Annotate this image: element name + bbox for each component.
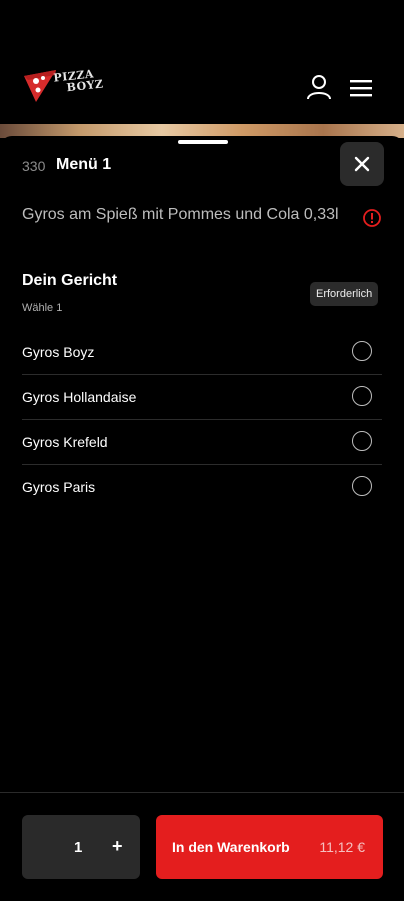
user-icon — [307, 75, 331, 100]
close-icon — [354, 156, 370, 172]
required-badge: Erforderlich — [310, 282, 379, 306]
option-gyros-hollandaise[interactable]: Gyros Hollandaise — [22, 375, 382, 420]
option-gyros-paris[interactable]: Gyros Paris — [22, 465, 382, 509]
choice-group-subtitle: Wähle 1 — [22, 302, 63, 314]
info-icon — [363, 209, 381, 227]
sheet-drag-handle[interactable] — [178, 140, 228, 144]
allergen-info-button[interactable] — [362, 208, 382, 228]
option-label: Gyros Krefeld — [22, 434, 108, 450]
option-gyros-krefeld[interactable]: Gyros Krefeld — [22, 420, 382, 465]
account-button[interactable] — [306, 74, 332, 100]
close-button[interactable] — [340, 142, 384, 186]
choice-group-title: Dein Gericht — [22, 272, 118, 289]
add-to-cart-button[interactable]: In den Warenkorb 11,12 € — [156, 815, 383, 879]
pizza-boyz-logo[interactable]: PIZZA BOYZ — [22, 66, 104, 106]
item-title: Menü 1 — [56, 156, 112, 173]
option-label: Gyros Paris — [22, 479, 96, 495]
cart-price: 11,12 € — [319, 839, 365, 855]
quantity-stepper: 1 + — [22, 815, 140, 879]
item-description: Gyros am Spieß mit Pommes und Cola 0,33l — [22, 206, 339, 223]
main-menu-button[interactable] — [350, 78, 374, 98]
item-number: 330 — [22, 158, 46, 174]
add-to-cart-label: In den Warenkorb — [172, 839, 290, 855]
radio-button[interactable] — [352, 341, 372, 361]
option-label: Gyros Boyz — [22, 344, 95, 360]
option-label: Gyros Hollandaise — [22, 389, 137, 405]
logo-line-2: BOYZ — [65, 77, 105, 95]
quantity-value: 1 — [74, 839, 83, 856]
option-list: Gyros Boyz Gyros Hollandaise Gyros Krefe… — [22, 330, 382, 509]
increase-quantity-button[interactable]: + — [112, 836, 123, 857]
order-footer: 1 + In den Warenkorb 11,12 € — [0, 792, 404, 901]
product-bottom-sheet: 330 Menü 1 Gyros am Spieß mit Pommes und… — [0, 136, 404, 900]
radio-button[interactable] — [352, 431, 372, 451]
logo-text: PIZZA BOYZ — [53, 67, 105, 95]
radio-button[interactable] — [352, 386, 372, 406]
option-gyros-boyz[interactable]: Gyros Boyz — [22, 330, 382, 375]
app-header: PIZZA BOYZ — [0, 0, 404, 124]
hamburger-icon — [350, 80, 372, 97]
radio-button[interactable] — [352, 476, 372, 496]
